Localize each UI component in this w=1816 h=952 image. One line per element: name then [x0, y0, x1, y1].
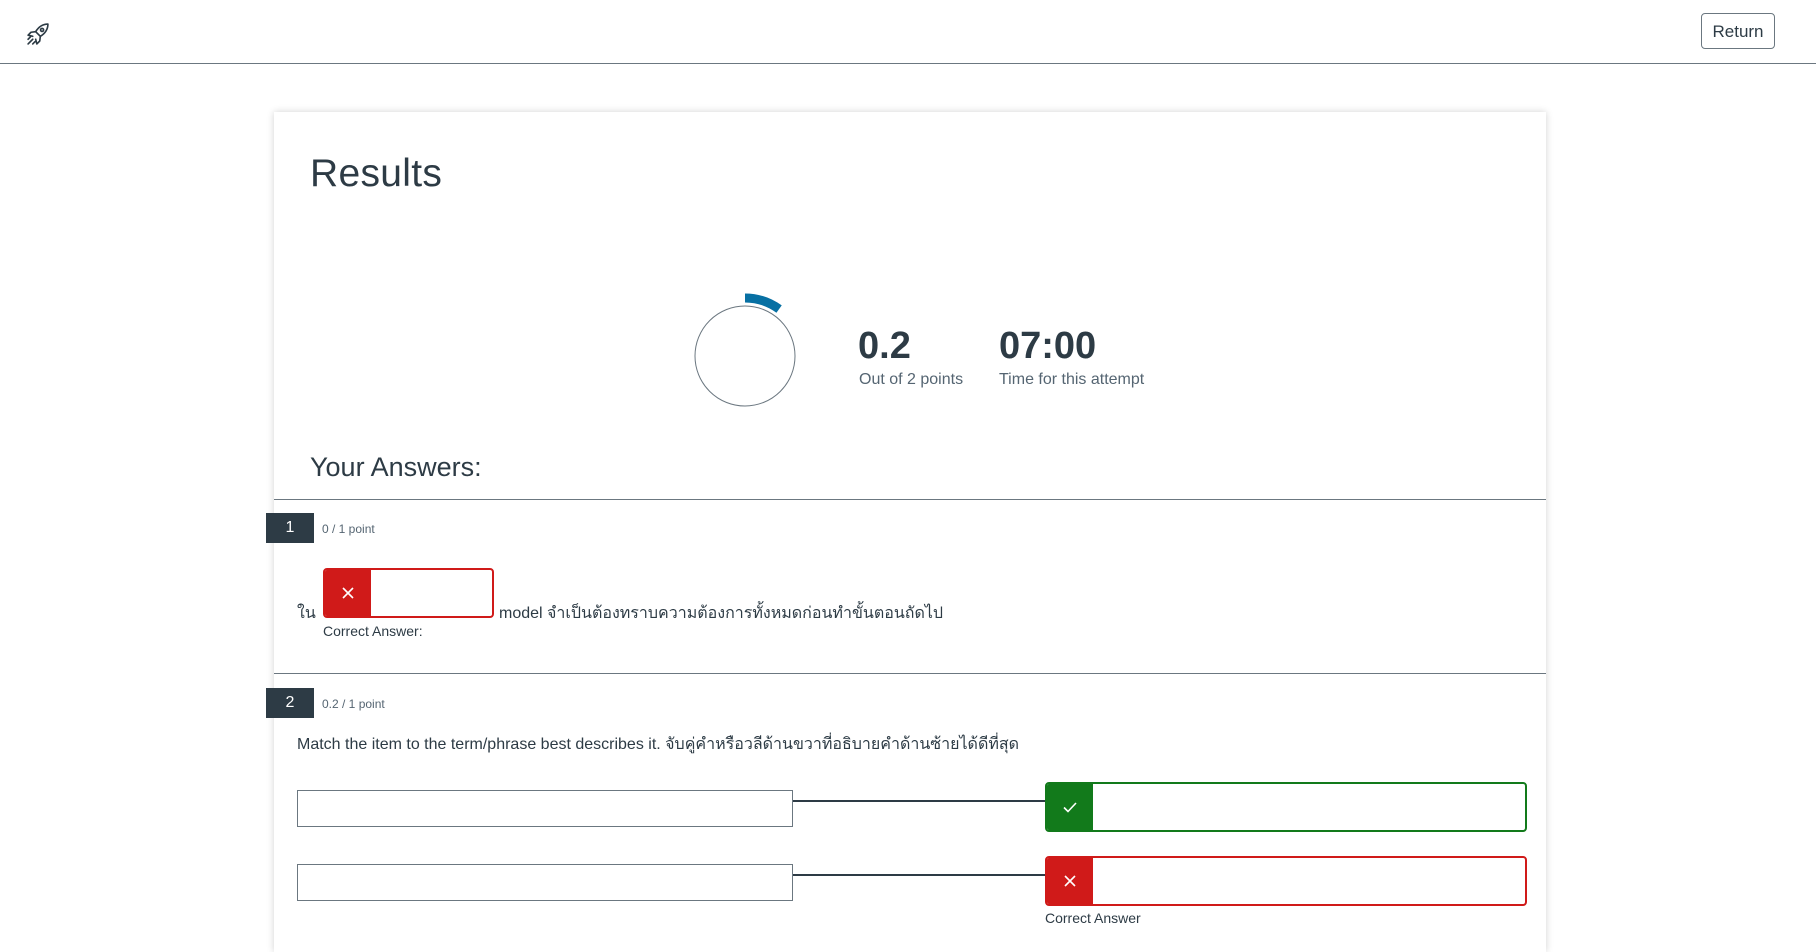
correct-answer-label: Correct Answer:: [323, 623, 423, 639]
x-icon: [325, 570, 371, 616]
score-value: 0.2: [858, 325, 911, 367]
question-text-prefix: ใน: [297, 605, 316, 622]
divider: [274, 499, 1546, 500]
match-connector: [793, 874, 1046, 876]
question-prompt: Match the item to the term/phrase best d…: [297, 736, 1020, 753]
match-term-box: [297, 790, 793, 827]
match-term-box: [297, 864, 793, 901]
time-value: 07:00: [999, 325, 1097, 367]
match-answer-incorrect: [1045, 856, 1527, 906]
page-title: Results: [310, 152, 443, 195]
question-number: 1: [266, 513, 314, 543]
rocket-icon[interactable]: [24, 20, 52, 48]
return-button[interactable]: Return: [1701, 13, 1775, 49]
score-ring-track: [694, 305, 796, 407]
x-icon: [1047, 858, 1093, 904]
top-bar: Return: [0, 0, 1816, 64]
score-ring: [694, 293, 796, 407]
score-ring-progress: [744, 293, 782, 313]
correct-answer-label: Correct Answer: [1045, 910, 1141, 926]
question-text-suffix: model จำเป็นต้องทราบความต้องการทั้งหมดก่…: [499, 605, 944, 622]
score-label: Out of 2 points: [859, 371, 964, 388]
answers-heading: Your Answers:: [310, 452, 482, 482]
time-label: Time for this attempt: [999, 371, 1145, 388]
question-number: 2: [266, 688, 314, 718]
question-points: 0 / 1 point: [322, 522, 375, 536]
answer-blank-incorrect: [323, 568, 494, 618]
divider: [274, 673, 1546, 674]
question-points: 0.2 / 1 point: [322, 697, 385, 711]
match-answer-correct: [1045, 782, 1527, 832]
match-connector: [793, 800, 1046, 802]
check-icon: [1047, 784, 1093, 830]
